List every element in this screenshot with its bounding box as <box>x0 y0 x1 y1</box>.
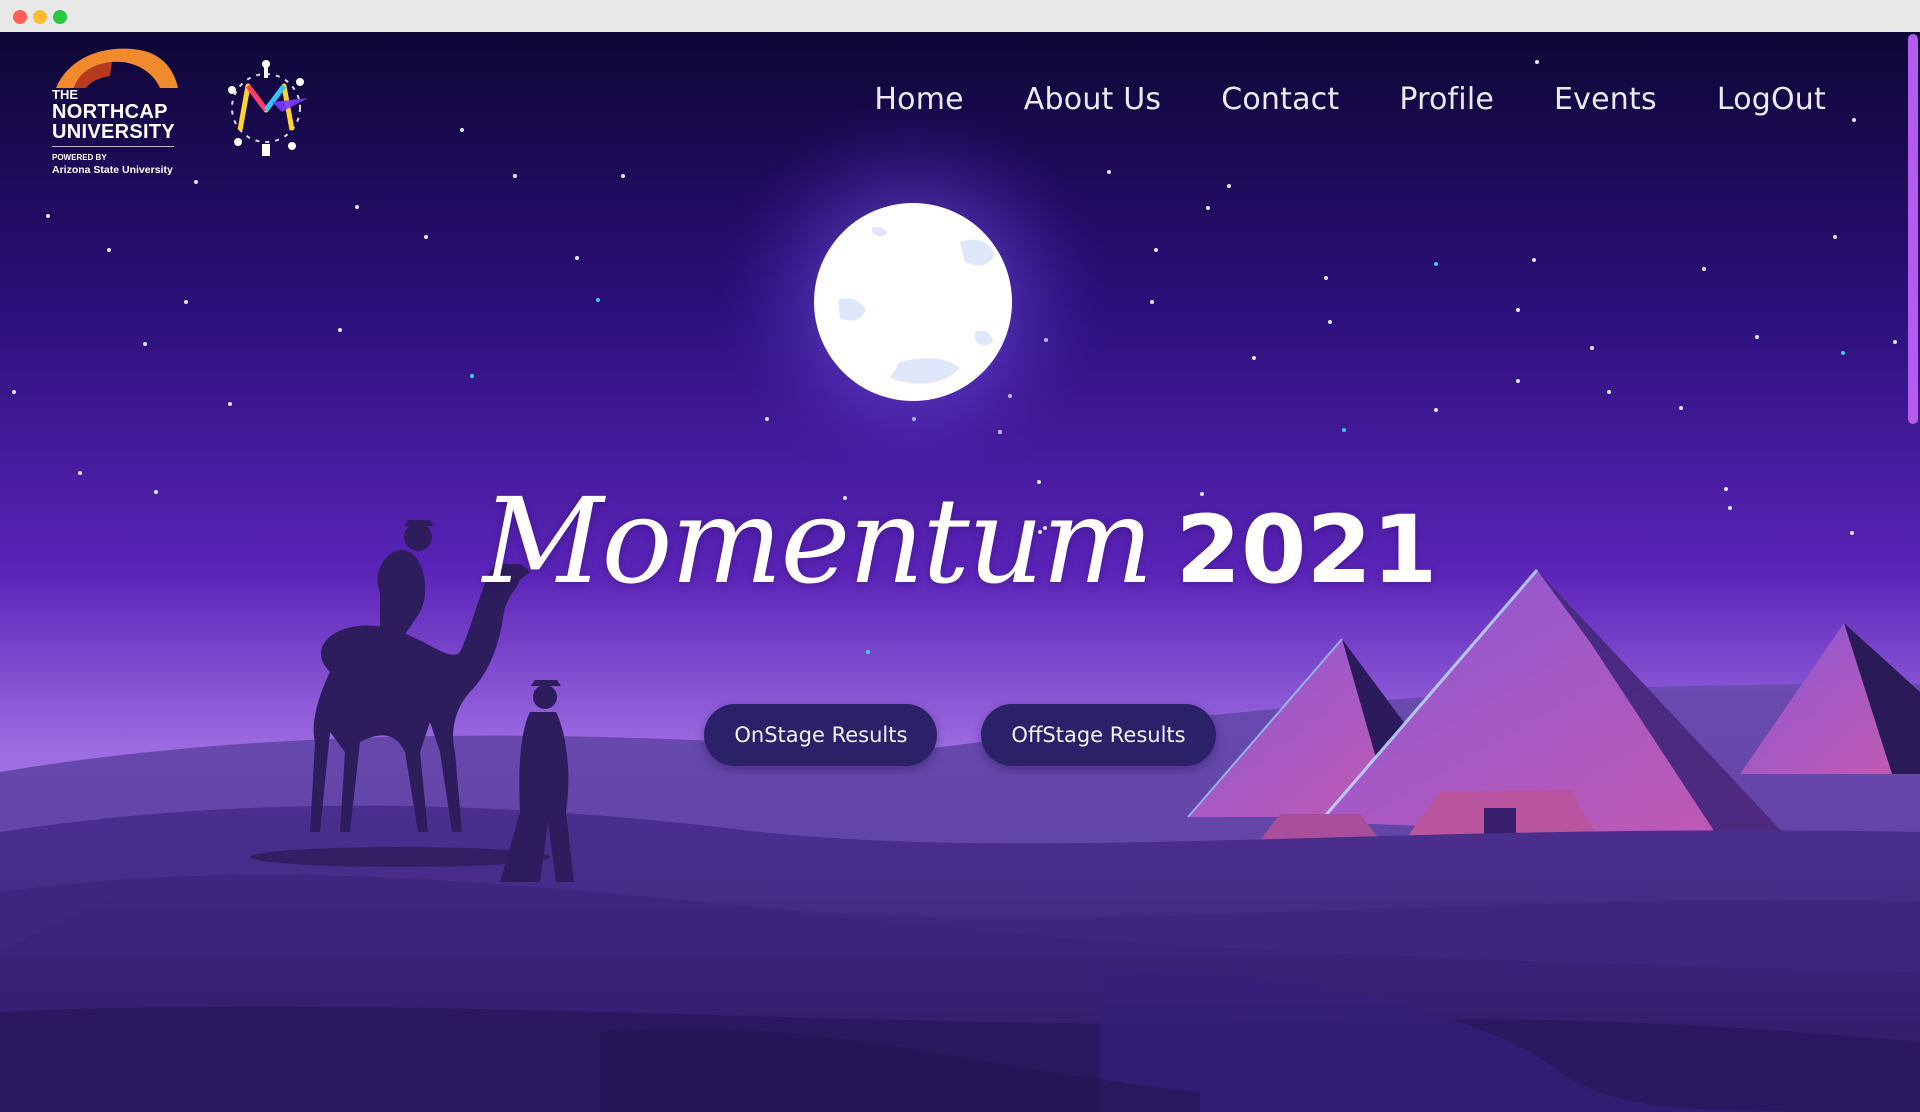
ncu-powered-by: POWERED BY <box>52 153 107 162</box>
ncu-the-text: THE <box>52 87 78 102</box>
nav-logout[interactable]: LogOut <box>1717 82 1826 117</box>
nav-contact[interactable]: Contact <box>1221 82 1339 117</box>
nav-profile[interactable]: Profile <box>1399 82 1494 117</box>
page-viewport: THE NORTHCAP UNIVERSITY POWERED BY Arizo… <box>0 32 1920 1112</box>
hero-title: Momentum 2021 <box>0 472 1920 610</box>
ncu-asu-text: Arizona State University <box>52 164 173 176</box>
browser-window: THE NORTHCAP UNIVERSITY POWERED BY Arizo… <box>0 0 1920 1112</box>
page-scrollbar[interactable] <box>1906 32 1920 1112</box>
onstage-results-button[interactable]: OnStage Results <box>704 704 938 766</box>
hero-title-year: 2021 <box>1175 496 1438 605</box>
results-button-group: OnStage Results OffStage Results <box>0 704 1920 766</box>
close-window-button[interactable] <box>13 10 27 24</box>
title-bar <box>0 0 1920 32</box>
ncu-divider <box>52 146 174 147</box>
maximize-window-button[interactable] <box>53 10 67 24</box>
minimize-window-button[interactable] <box>33 10 47 24</box>
moon <box>814 203 1012 401</box>
nav-about-us[interactable]: About Us <box>1024 82 1161 117</box>
ncu-arc-icon <box>56 48 178 88</box>
ncu-name-line1: NORTHCAP <box>52 101 168 123</box>
offstage-results-button[interactable]: OffStage Results <box>981 704 1216 766</box>
nav-events[interactable]: Events <box>1554 82 1657 117</box>
nav-home[interactable]: Home <box>874 82 963 117</box>
scrollbar-thumb[interactable] <box>1908 34 1918 424</box>
momentum-logo-icon[interactable] <box>212 52 320 160</box>
hero-title-word: Momentum <box>482 472 1154 610</box>
ncu-name-line2: UNIVERSITY <box>52 121 176 143</box>
ncu-logo[interactable]: THE NORTHCAP UNIVERSITY POWERED BY Arizo… <box>48 46 188 176</box>
main-navigation: Home About Us Contact Profile Events Log… <box>874 82 1826 117</box>
